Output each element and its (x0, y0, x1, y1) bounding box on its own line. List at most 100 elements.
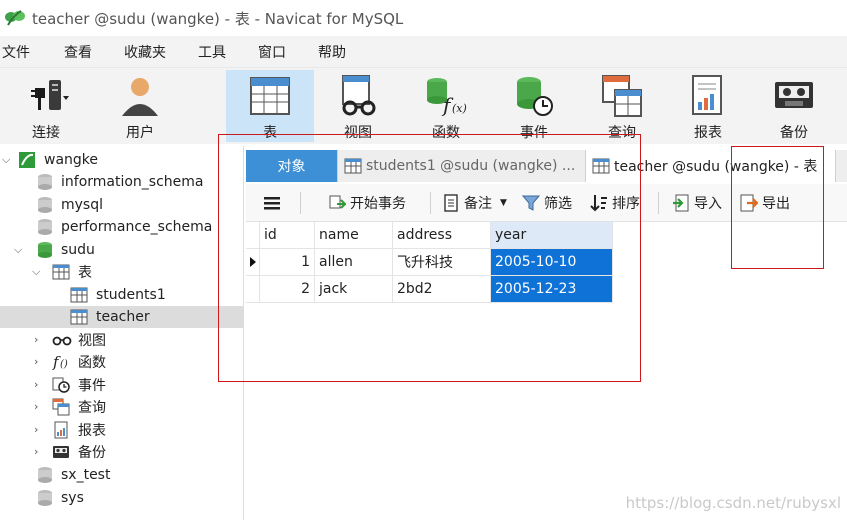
main-toolbar: 连接 用户 表 视图 f (x) 函数 事件 查询 报表 备份 (0, 68, 847, 144)
connect-label: 连接 (32, 125, 60, 141)
table-icon (70, 286, 88, 304)
tree-group-reports[interactable]: › 报表 (0, 419, 243, 441)
current-row-pointer-icon (246, 249, 260, 276)
function-button[interactable]: f (x) 函数 (402, 70, 490, 142)
main-panel: 对象 students1 @sudu (wangke) ... teacher … (246, 146, 847, 520)
tree-table-teacher[interactable]: teacher (0, 306, 243, 328)
transaction-icon (328, 194, 348, 212)
query-button[interactable]: 查询 (578, 70, 666, 142)
tree-label: 函数 (78, 355, 106, 371)
menu-help[interactable]: 帮助 (318, 42, 346, 62)
table-cell[interactable]: 2bd2 (393, 276, 491, 303)
tree-group-functions[interactable]: › f() 函数 (0, 351, 243, 373)
begin-transaction-button[interactable]: 开始事务 (328, 192, 406, 214)
export-button[interactable]: 导出 (740, 192, 790, 214)
menu-bar: 文件 查看 收藏夹 工具 窗口 帮助 (0, 36, 847, 68)
table-cell[interactable]: 1 (260, 249, 315, 276)
table-cell[interactable]: 飞升科技 (393, 249, 491, 276)
sort-button[interactable]: 排序 (590, 192, 640, 214)
backup-button[interactable]: 备份 (750, 70, 838, 142)
tab-label: 对象 (277, 159, 306, 175)
tree-db-performance-schema[interactable]: performance_schema (0, 216, 243, 238)
row-header-corner (246, 222, 260, 249)
menu-tools[interactable]: 工具 (198, 42, 226, 62)
tree-label: sudu (61, 242, 95, 258)
tree-label: 报表 (78, 423, 106, 439)
window-title: teacher @sudu (wangke) - 表 - Navicat for… (32, 9, 404, 28)
chevron-right-icon[interactable]: › (34, 379, 44, 390)
tree-table-students1[interactable]: students1 (0, 284, 243, 306)
database-gray-icon (36, 489, 54, 507)
column-header-id[interactable]: id (260, 222, 315, 249)
note-icon (442, 194, 460, 212)
row-header (246, 276, 260, 303)
column-header-address[interactable]: address (393, 222, 491, 249)
table-cell[interactable]: allen (315, 249, 393, 276)
menu-file[interactable]: 文件 (2, 42, 30, 62)
menu-window[interactable]: 窗口 (258, 42, 286, 62)
tree-db-sx-test[interactable]: sx_test (0, 464, 243, 486)
user-button[interactable]: 用户 (96, 70, 184, 142)
import-button[interactable]: 导入 (672, 192, 722, 214)
tree-connection-wangke[interactable]: ⌵ wangke (0, 149, 243, 171)
chevron-right-icon[interactable]: › (34, 446, 44, 457)
connect-button[interactable]: 连接 (2, 70, 90, 142)
chevron-right-icon[interactable]: › (34, 334, 44, 345)
table-cell-selected[interactable]: 2005-10-10 (491, 249, 613, 276)
backup-label: 备份 (780, 125, 808, 141)
tab-students1[interactable]: students1 @sudu (wangke) ... (338, 150, 586, 182)
tree-label: 视图 (78, 333, 106, 349)
dropdown-arrow-icon[interactable]: ▼ (500, 198, 507, 208)
tree-db-sudu[interactable]: ⌵ sudu (0, 239, 243, 261)
menu-view[interactable]: 查看 (64, 42, 92, 62)
tree-group-queries[interactable]: › 查询 (0, 396, 243, 418)
tree-label: 查询 (78, 400, 106, 416)
export-icon (740, 194, 759, 212)
tree-db-sys[interactable]: sys (0, 487, 243, 509)
filter-button[interactable]: 筛选 (521, 192, 572, 214)
column-header-name[interactable]: name (315, 222, 393, 249)
svg-text:(x): (x) (452, 102, 467, 115)
event-clock-icon (511, 74, 557, 118)
tree-db-information-schema[interactable]: information_schema (0, 171, 243, 193)
tree-label: performance_schema (61, 219, 213, 235)
tree-label: sx_test (61, 467, 111, 483)
menu-favorites[interactable]: 收藏夹 (124, 42, 166, 62)
sort-label: 排序 (612, 196, 640, 212)
chevron-right-icon[interactable]: › (34, 401, 44, 412)
table-button[interactable]: 表 (226, 70, 314, 142)
backup-cassette-icon (771, 74, 817, 118)
tree-group-tables[interactable]: ⌵ 表 (0, 261, 243, 283)
tree-label: 表 (78, 265, 92, 281)
chevron-down-icon[interactable]: ⌵ (2, 154, 12, 165)
chevron-down-icon[interactable]: ⌵ (32, 266, 42, 277)
column-header-year[interactable]: year (491, 222, 613, 249)
event-label: 事件 (520, 125, 548, 141)
query-label: 查询 (608, 125, 636, 141)
chevron-right-icon[interactable]: › (34, 424, 44, 435)
table-cell[interactable]: jack (315, 276, 393, 303)
table-cell[interactable]: 2 (260, 276, 315, 303)
user-label: 用户 (126, 125, 154, 141)
divider (430, 192, 431, 214)
table-cell-selected[interactable]: 2005-12-23 (491, 276, 613, 303)
report-button[interactable]: 报表 (664, 70, 752, 142)
tree-db-mysql[interactable]: mysql (0, 194, 243, 216)
note-button[interactable]: 备注 ▼ (442, 192, 507, 214)
table-label: 表 (263, 125, 277, 141)
chevron-right-icon[interactable]: › (34, 356, 44, 367)
import-label: 导入 (694, 196, 722, 212)
tree-group-views[interactable]: › 视图 (0, 329, 243, 351)
event-button[interactable]: 事件 (490, 70, 578, 142)
hamburger-menu-icon[interactable] (262, 192, 282, 214)
view-button[interactable]: 视图 (314, 70, 402, 142)
connection-leaf-icon (18, 151, 36, 169)
tab-teacher[interactable]: teacher @sudu (wangke) - 表 (586, 150, 836, 182)
tree-label: 备份 (78, 445, 106, 461)
backup-cassette-icon (52, 443, 70, 461)
table-icon (592, 158, 610, 174)
tab-objects[interactable]: 对象 (246, 150, 338, 182)
chevron-down-icon[interactable]: ⌵ (14, 244, 24, 255)
tree-group-backups[interactable]: › 备份 (0, 441, 243, 463)
tree-group-events[interactable]: › 事件 (0, 374, 243, 396)
